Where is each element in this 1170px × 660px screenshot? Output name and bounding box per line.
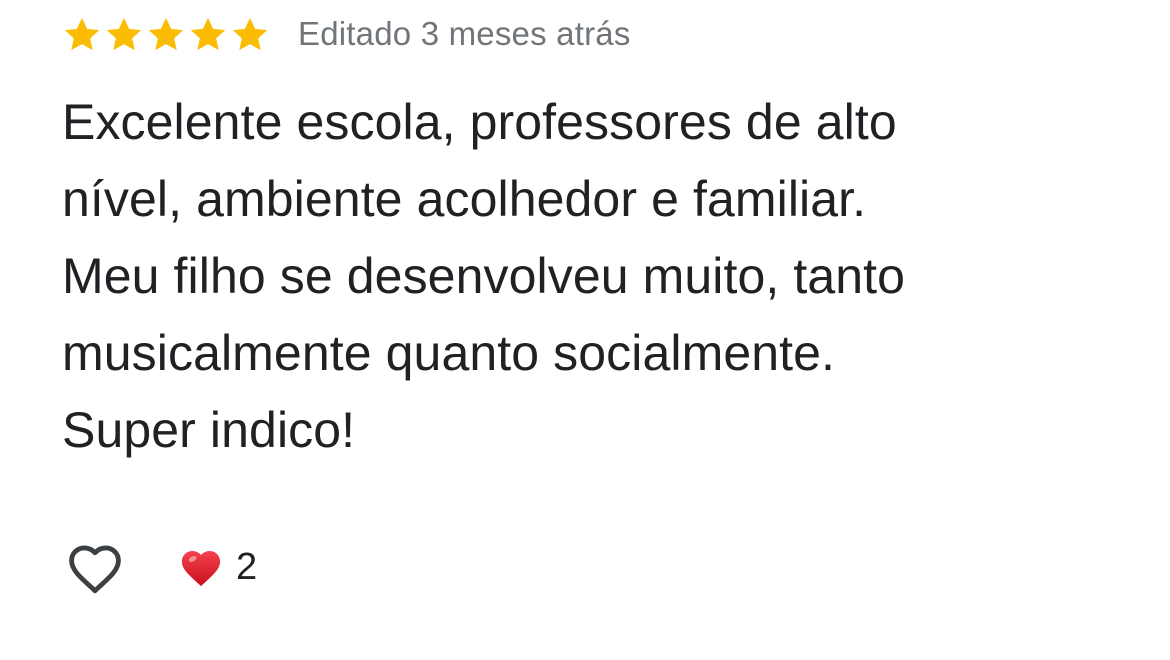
review-actions: 2 bbox=[62, 532, 257, 602]
review-text-line: Meu filho se desenvolveu muito, tanto bbox=[62, 248, 906, 304]
star-icon bbox=[188, 14, 228, 54]
red-heart-icon bbox=[178, 546, 224, 588]
review-meta: Editado 3 meses atrás bbox=[62, 12, 631, 56]
review-text-line: Super indico! bbox=[62, 402, 356, 458]
like-button[interactable] bbox=[62, 534, 128, 600]
edited-timestamp: Editado 3 meses atrás bbox=[298, 15, 631, 52]
review-text-line: Excelente escola, professores de alto bbox=[62, 94, 897, 150]
star-icon bbox=[230, 14, 270, 54]
review-text: Excelente escola, professores de alto ní… bbox=[62, 84, 1142, 469]
review-text-line: nível, ambiente acolhedor e familiar. bbox=[62, 171, 867, 227]
star-icon bbox=[62, 14, 102, 54]
heart-outline-icon bbox=[69, 545, 121, 594]
star-rating bbox=[62, 14, 270, 54]
reaction-summary[interactable]: 2 bbox=[178, 546, 257, 589]
star-icon bbox=[104, 14, 144, 54]
reaction-count: 2 bbox=[236, 545, 258, 588]
star-icon bbox=[146, 14, 186, 54]
review-text-line: musicalmente quanto socialmente. bbox=[62, 325, 836, 381]
